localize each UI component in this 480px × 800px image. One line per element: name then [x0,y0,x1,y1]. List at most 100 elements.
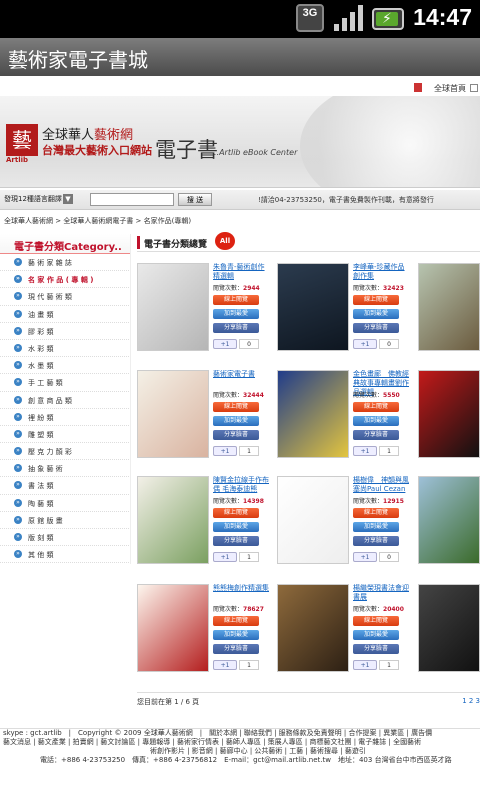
sidebar-item[interactable]: » 現 代 藝 術 類 [0,288,131,306]
plus-one-button[interactable]: +1 [353,339,377,349]
plus-one-button[interactable]: +1 [353,552,377,562]
add-favorite-button[interactable]: 加到最愛 [213,309,259,319]
read-online-button[interactable]: 線上閱覽 [213,508,259,518]
content-header: 電子書分類總覽 All [137,232,480,252]
search-button[interactable]: 搜 送 [178,193,212,206]
book-cover[interactable] [137,263,209,351]
sidebar-item[interactable]: » 創 意 商 品 類 [0,392,131,409]
read-online-button[interactable]: 線上閱覽 [353,508,399,518]
sidebar-item[interactable]: » 油 畫 類 [0,306,131,323]
book-title[interactable]: 李峰華-珍藏作品創作集 [353,263,411,281]
book-cover[interactable] [418,476,480,564]
footer-line-2[interactable]: 藝文消息 | 藝文產業 | 拍賣網 | 藝文討論區 | 專題報導 | 藝術家行情… [0,738,480,747]
sidebar-item-label: 裡 紛 類 [28,413,54,422]
book-title[interactable]: 楊樹偉 神韻與風塞尚Paul Cezan [353,476,411,494]
views-label: 閱覽次數： [353,606,384,613]
book-card: 陳賢金拉線手作布偶 毛海泰迪熊 閱覽次數：14398 線上閱覽 加到最愛 分享臉書 +1 1 [137,476,277,576]
chevron-down-icon[interactable]: ▼ [63,194,73,204]
sidebar-item[interactable]: » 膠 彩 類 [0,323,131,340]
sidebar-item[interactable]: » 書 法 類 [0,477,131,495]
read-online-button[interactable]: 線上閱覽 [213,616,259,626]
book-title[interactable]: 楊繼榮現書法會迎書展 [353,584,411,602]
all-badge[interactable]: All [215,232,235,250]
book-title[interactable]: 藝術家電子書 [213,370,271,379]
bookmark-icon[interactable] [470,84,478,92]
book-cover[interactable] [277,370,349,458]
sidebar-item[interactable]: » 其 他 類 [0,546,131,564]
book-cover[interactable] [137,476,209,564]
share-facebook-button[interactable]: 分享臉書 [353,644,399,654]
share-facebook-button[interactable]: 分享臉書 [213,430,259,440]
sidebar-item-label: 現 代 藝 術 類 [28,293,72,302]
sidebar-item[interactable]: » 裡 紛 類 [0,409,131,426]
book-cover[interactable] [418,584,480,672]
read-online-button[interactable]: 線上閱覽 [353,295,399,305]
sidebar-item-label: 版 刻 類 [28,534,54,542]
battery-icon: ⚡ [372,8,404,30]
page-numbers[interactable]: 1 2 3 [462,697,480,705]
book-card: 金色畫廊 佛教經典故事專輯畫劉作品選輯 閱覽次數：5550 線上閱覽 加到最愛 分享臉書… [277,370,417,470]
add-favorite-button[interactable]: 加到最愛 [353,522,399,532]
sidebar-item[interactable]: » 藝 術 家 雜 誌 [0,254,131,272]
clock: 14:47 [413,4,472,30]
plus-one-button[interactable]: +1 [213,339,237,349]
sidebar-item[interactable]: » 版 刻 類 [0,529,131,547]
read-online-button[interactable]: 線上閱覽 [353,616,399,626]
plus-one-button[interactable]: +1 [213,446,237,456]
book-cover[interactable] [277,584,349,672]
read-online-button[interactable]: 線上閱覽 [213,402,259,412]
share-facebook-button[interactable]: 分享臉書 [353,430,399,440]
share-facebook-button[interactable]: 分享臉書 [353,323,399,333]
footer-line-3[interactable]: 術創作影片 | 影音網 | 藝廊中心 | 公共藝術 | 工藝 | 藝術搜尋 | … [0,747,480,756]
book-cover[interactable] [137,370,209,458]
book-title[interactable]: 熊熊梅創作精選集 [213,584,271,593]
book-cover[interactable] [418,370,480,458]
views-count: 2944 [243,285,260,292]
views-label: 閱覽次數： [213,498,244,505]
share-facebook-button[interactable]: 分享臉書 [213,644,259,654]
book-cover[interactable] [277,476,349,564]
sidebar-item-label: 手 工 藝 類 [28,379,63,388]
add-favorite-button[interactable]: 加到最愛 [213,630,259,640]
read-online-button[interactable]: 線上閱覽 [353,402,399,412]
bullet-icon: » [14,343,22,352]
plus-one-button[interactable]: +1 [213,552,237,562]
plus-one-button[interactable]: +1 [213,660,237,670]
add-favorite-button[interactable]: 加到最愛 [353,416,399,426]
share-facebook-button[interactable]: 分享臉書 [353,536,399,546]
sidebar-item[interactable]: » 抽 象 藝 術 [0,460,131,478]
breadcrumb[interactable]: 全球華人藝術網 > 全球華人藝術網電子書 > 名家作品(專輯) [4,216,191,226]
plus-one-button[interactable]: +1 [353,446,377,456]
sidebar-item[interactable]: » 陶 藝 類 [0,495,131,512]
logo-icon[interactable]: 藝 [6,124,38,156]
book-cover[interactable] [137,584,209,672]
book-card [418,584,480,684]
sidebar-item[interactable]: » 雕 塑 類 [0,426,131,444]
book-title[interactable]: 陳賢金拉線手作布偶 毛海泰迪熊 [213,476,271,494]
home-link[interactable]: 全球首頁 [434,83,466,94]
book-title[interactable]: 朱魯青-藝術創作精選輯 [213,263,271,281]
sidebar-item[interactable]: » 名 家 作 品 ( 專 輯 ) [0,271,131,289]
book-views: 閱覽次數：78627 [213,604,264,613]
page-info: 您目前在第 1 / 6 頁 [137,698,200,706]
sidebar-item[interactable]: » 原 館 版 畫 [0,512,131,529]
add-favorite-button[interactable]: 加到最愛 [353,630,399,640]
search-input[interactable] [90,193,174,206]
read-online-button[interactable]: 線上閱覽 [213,295,259,305]
sidebar-item[interactable]: » 壓 克 力 顏 彩 [0,443,131,461]
share-facebook-button[interactable]: 分享臉書 [213,536,259,546]
sidebar-item[interactable]: » 水 彩 類 [0,340,131,358]
book-views: 閱覽次數：12915 [353,496,404,505]
sidebar-item-label: 抽 象 藝 術 [28,465,63,474]
plus-one-button[interactable]: +1 [353,660,377,670]
sidebar-item[interactable]: » 水 墨 類 [0,357,131,375]
add-favorite-button[interactable]: 加到最愛 [353,309,399,319]
book-cover[interactable] [277,263,349,351]
add-favorite-button[interactable]: 加到最愛 [213,416,259,426]
share-facebook-button[interactable]: 分享臉書 [213,323,259,333]
sidebar-item[interactable]: » 手 工 藝 類 [0,374,131,392]
book-cover[interactable] [418,263,480,351]
language-select[interactable]: 發現12種語言翻譯 [4,194,62,204]
logo-line2: 台灣最大藝術入口網站 [42,144,152,157]
add-favorite-button[interactable]: 加到最愛 [213,522,259,532]
